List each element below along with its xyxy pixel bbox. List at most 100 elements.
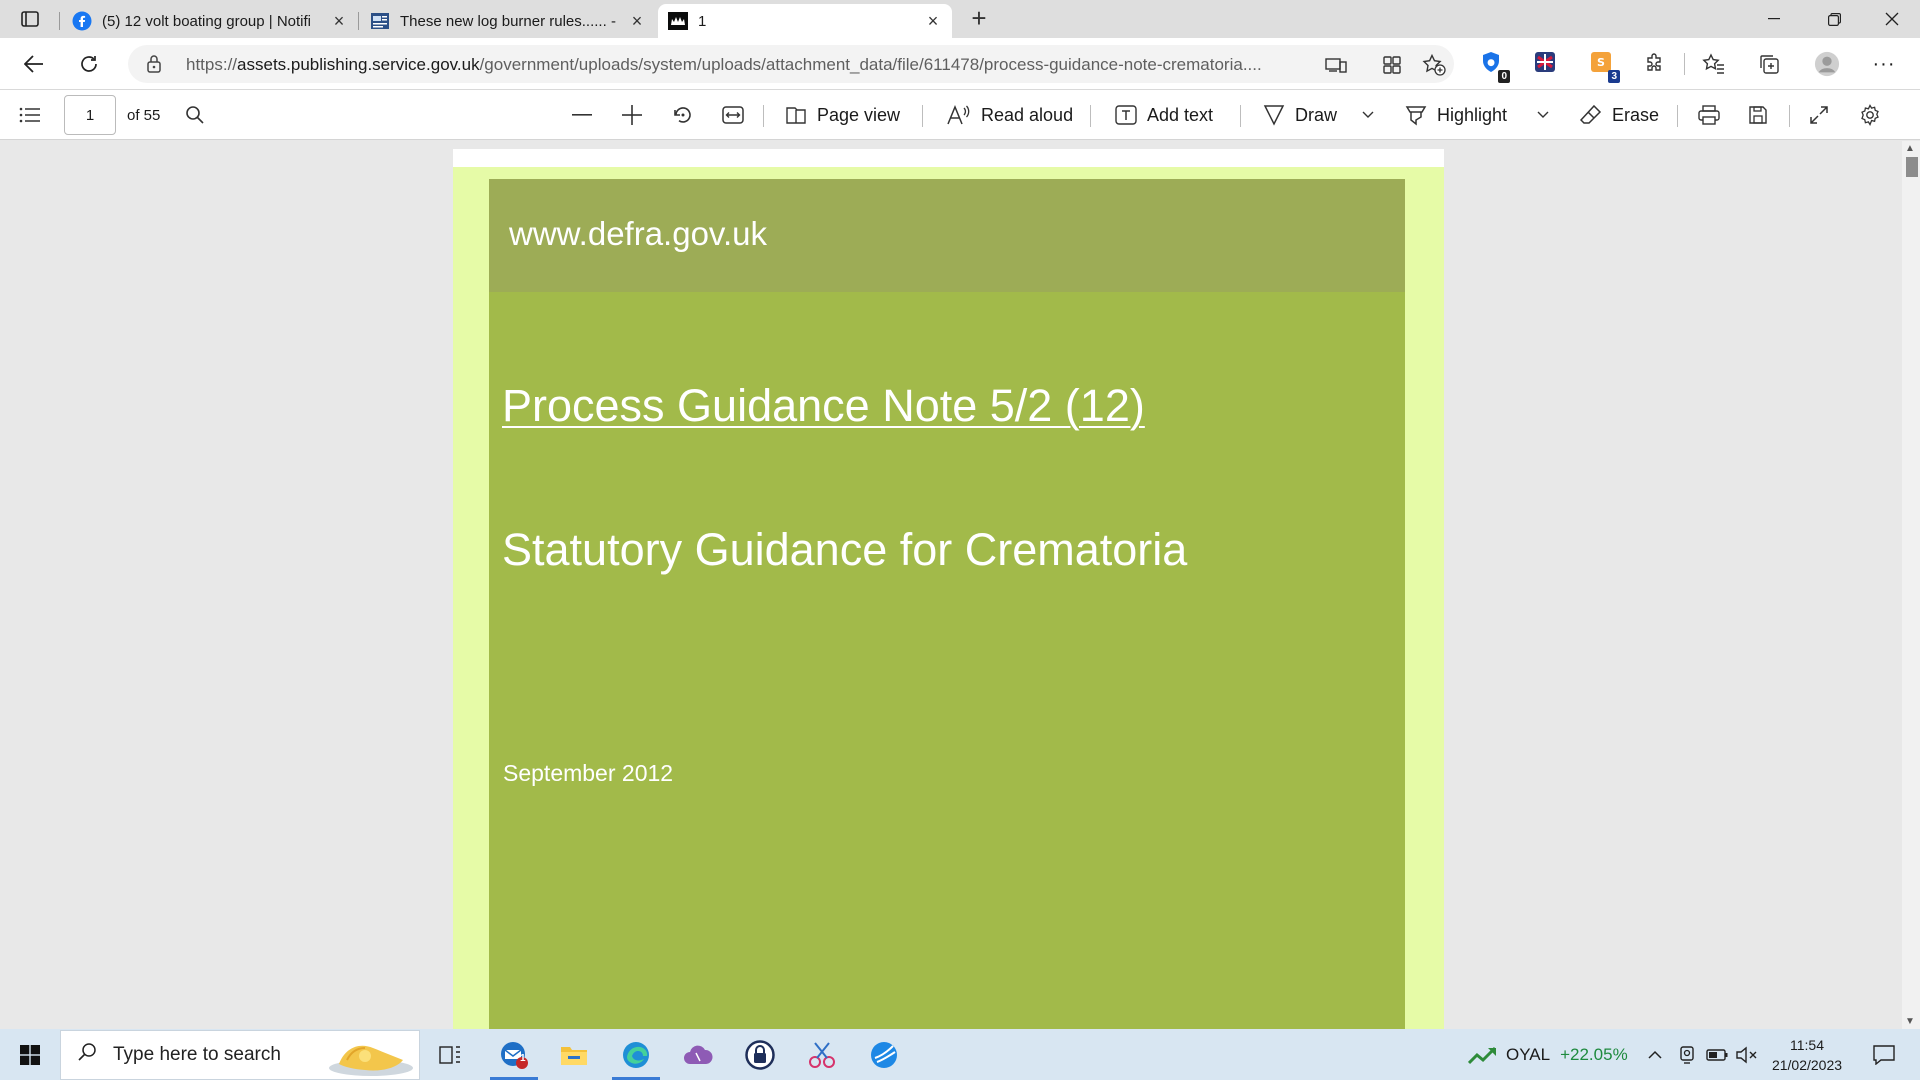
save-button[interactable]	[1748, 90, 1778, 140]
collections-icon	[1760, 55, 1779, 74]
tab-close-icon[interactable]: ×	[628, 11, 646, 32]
draw-options-dropdown[interactable]	[1362, 90, 1384, 140]
erase-button[interactable]: Erase	[1580, 90, 1659, 140]
scroll-up-icon[interactable]: ▲	[1905, 143, 1915, 154]
show-hidden-icons-button[interactable]	[1644, 1029, 1666, 1080]
rotate-button[interactable]	[672, 90, 704, 140]
document-title: Process Guidance Note 5/2 (12)	[502, 380, 1145, 431]
close-window-button[interactable]	[1864, 0, 1920, 38]
pdf-viewport[interactable]: www.defra.gov.uk Process Guidance Note 5…	[0, 141, 1920, 1029]
expand-icon	[1810, 106, 1828, 124]
taskbar-edge[interactable]	[612, 1029, 660, 1080]
contents-button[interactable]	[19, 90, 51, 140]
favorites-button[interactable]	[1701, 51, 1727, 77]
tab-active-pdf[interactable]: 1 ×	[658, 4, 952, 38]
back-arrow-icon	[24, 55, 43, 73]
vertical-scrollbar[interactable]: ▲ ▼	[1902, 141, 1920, 1029]
collections-button[interactable]	[1756, 51, 1782, 77]
start-button[interactable]	[8, 1029, 52, 1080]
draw-button[interactable]: Draw	[1263, 90, 1337, 140]
folder-icon	[561, 1046, 587, 1065]
refresh-button[interactable]	[73, 48, 105, 80]
chevron-up-icon	[1648, 1050, 1662, 1059]
pdf-settings-button[interactable]	[1859, 90, 1891, 140]
printer-icon	[1698, 105, 1720, 125]
search-icon	[186, 106, 204, 124]
tab-log-burner[interactable]: These new log burner rules...... - ×	[360, 4, 656, 38]
tab-close-icon[interactable]: ×	[330, 11, 348, 32]
find-button[interactable]	[185, 90, 215, 140]
highlight-options-dropdown[interactable]	[1537, 90, 1559, 140]
gov-crown-icon	[668, 11, 688, 31]
stock-widget[interactable]: OYAL +22.05%	[1468, 1029, 1628, 1080]
document-date: September 2012	[503, 760, 674, 786]
lock-icon	[146, 54, 162, 79]
taskbar-snipping-tool[interactable]	[798, 1029, 846, 1080]
volume-muted-icon[interactable]	[1734, 1029, 1760, 1080]
tab-title: (5) 12 volt boating group | Notifi	[102, 12, 312, 30]
avatar	[1814, 51, 1840, 77]
print-button[interactable]	[1698, 90, 1730, 140]
table-of-contents-icon	[19, 107, 40, 123]
taskbar-mail-app[interactable]: 1	[490, 1029, 538, 1080]
fullscreen-button[interactable]	[1809, 90, 1839, 140]
device-icon[interactable]	[1324, 53, 1348, 77]
scrollbar-thumb[interactable]	[1906, 157, 1918, 177]
tab-title: 1	[698, 12, 707, 30]
apps-grid-icon[interactable]	[1380, 53, 1404, 77]
settings-more-button[interactable]: ···	[1871, 51, 1897, 77]
url-box[interactable]: https://assets.publishing.service.gov.uk…	[128, 45, 1454, 83]
highlight-button[interactable]: Highlight	[1405, 90, 1507, 140]
task-view-button[interactable]	[430, 1029, 470, 1080]
taskbar-search-input[interactable]: Type here to search	[60, 1030, 420, 1080]
extension-1-button[interactable]: ● 0	[1478, 51, 1510, 83]
document-subtitle: Statutory Guidance for Crematoria	[502, 524, 1188, 575]
profile-button[interactable]	[1814, 51, 1840, 77]
puzzle-icon	[1647, 53, 1661, 71]
minimize-icon	[1768, 18, 1780, 20]
read-aloud-button[interactable]: Read aloud	[947, 90, 1073, 140]
minimize-button[interactable]	[1746, 0, 1802, 38]
fit-width-icon	[722, 106, 744, 124]
chevron-down-icon	[1362, 111, 1374, 118]
refresh-icon	[81, 56, 97, 72]
facebook-icon	[72, 11, 92, 31]
extensions-button[interactable]	[1642, 51, 1668, 77]
extension-3-badge: 3	[1608, 70, 1620, 83]
tab-actions-button[interactable]	[14, 6, 46, 32]
windows-icon	[20, 1044, 40, 1065]
add-favorite-icon[interactable]	[1422, 53, 1446, 77]
new-tab-button[interactable]: +	[966, 3, 992, 33]
page-number-input[interactable]: 1	[64, 95, 116, 135]
scroll-down-icon[interactable]: ▼	[1905, 1016, 1915, 1027]
zoom-out-button[interactable]	[572, 90, 602, 140]
notifications-button[interactable]	[1864, 1029, 1904, 1080]
extension-3-button[interactable]: S 3	[1588, 51, 1620, 83]
taskbar-vpn[interactable]	[736, 1029, 784, 1080]
back-button[interactable]	[18, 48, 50, 80]
highlighter-icon	[1405, 106, 1427, 126]
search-highlight-icon	[325, 1034, 417, 1080]
save-icon	[1749, 106, 1767, 124]
tab-facebook[interactable]: (5) 12 volt boating group | Notifi ×	[62, 4, 358, 38]
taskbar-app-blue[interactable]	[860, 1029, 908, 1080]
url-text: https://assets.publishing.service.gov.uk…	[186, 55, 1262, 74]
extension-2-button[interactable]	[1532, 51, 1558, 77]
header-url: www.defra.gov.uk	[509, 215, 768, 252]
clock-time: 11:54	[1790, 1037, 1824, 1053]
battery-icon[interactable]	[1704, 1029, 1730, 1080]
pdf-page: www.defra.gov.uk Process Guidance Note 5…	[453, 149, 1444, 1029]
meet-now-icon[interactable]	[1676, 1029, 1698, 1080]
taskbar-file-explorer[interactable]	[550, 1029, 598, 1080]
fit-width-button[interactable]	[722, 90, 754, 140]
zoom-in-button[interactable]	[622, 90, 652, 140]
lock-icon	[745, 1039, 775, 1070]
page-view-button[interactable]: Page view	[785, 90, 900, 140]
clock-date: 21/02/2023	[1771, 1057, 1843, 1073]
system-clock[interactable]: 11:54 21/02/2023	[1762, 1035, 1852, 1075]
taskbar-onedrive[interactable]	[674, 1029, 722, 1080]
tab-close-icon[interactable]: ×	[924, 11, 942, 32]
restore-button[interactable]	[1806, 0, 1862, 38]
plus-icon: +	[971, 3, 987, 33]
add-text-button[interactable]: Add text	[1115, 90, 1213, 140]
